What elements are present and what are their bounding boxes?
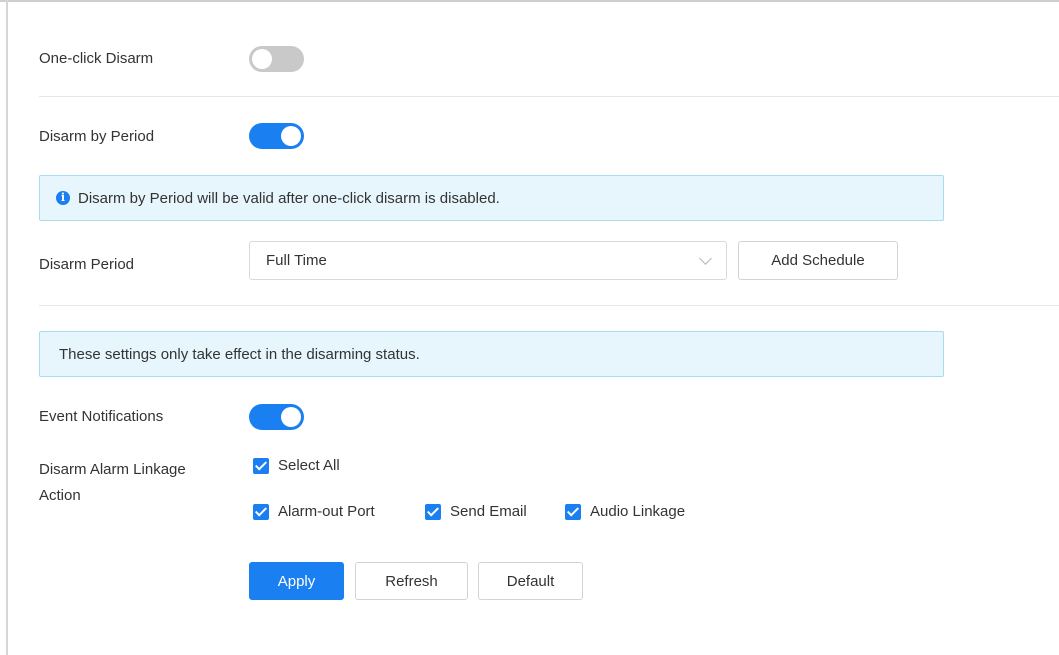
- label-line: Disarm Alarm Linkage: [39, 461, 186, 478]
- checkbox-label: Send Email: [450, 503, 527, 520]
- checkbox-label: Audio Linkage: [590, 503, 686, 520]
- toggle-knob: [252, 49, 272, 69]
- event-notifications-label: Event Notifications: [39, 408, 164, 425]
- checkbox-checked-icon: [425, 503, 441, 520]
- checkbox-checked-icon: [253, 503, 269, 520]
- disarm-period-value: Full Time: [266, 252, 327, 269]
- disarm-by-period-label: Disarm by Period: [39, 128, 155, 145]
- disarm-alarm-linkage-label: Disarm Alarm Linkage Action: [39, 457, 186, 509]
- apply-button[interactable]: Apply: [249, 562, 344, 600]
- section-divider: [39, 305, 1059, 306]
- disarm-by-period-toggle[interactable]: [249, 123, 304, 149]
- info-icon: i: [56, 191, 70, 205]
- section-divider: [39, 96, 1059, 97]
- refresh-button[interactable]: Refresh: [355, 562, 468, 600]
- checkbox-label: Select All: [278, 457, 340, 474]
- disarm-period-label: Disarm Period: [39, 256, 135, 273]
- send-email-checkbox[interactable]: Send Email: [425, 503, 527, 520]
- default-button[interactable]: Default: [478, 562, 583, 600]
- label-line: Action: [39, 487, 81, 504]
- add-schedule-button[interactable]: Add Schedule: [738, 241, 898, 280]
- panel-top-border: [0, 0, 1059, 2]
- audio-linkage-checkbox[interactable]: Audio Linkage: [565, 503, 685, 520]
- one-click-disarm-label: One-click Disarm: [39, 50, 154, 67]
- checkbox-checked-icon: [253, 457, 269, 474]
- panel-left-border: [6, 0, 8, 655]
- notice-text: Disarm by Period will be valid after one…: [78, 189, 500, 207]
- chevron-down-icon: [699, 252, 712, 265]
- one-click-disarm-toggle[interactable]: [249, 46, 304, 72]
- checkbox-label: Alarm-out Port: [278, 503, 375, 520]
- event-notifications-toggle[interactable]: [249, 404, 304, 430]
- checkbox-checked-icon: [565, 503, 581, 520]
- notice-text: These settings only take effect in the d…: [59, 345, 420, 363]
- disarm-period-select[interactable]: Full Time: [249, 241, 727, 280]
- select-all-checkbox[interactable]: Select All: [253, 457, 340, 474]
- toggle-knob: [281, 407, 301, 427]
- alarm-out-port-checkbox[interactable]: Alarm-out Port: [253, 503, 375, 520]
- disarming-status-notice: These settings only take effect in the d…: [39, 331, 944, 377]
- toggle-knob: [281, 126, 301, 146]
- disarm-by-period-notice: i Disarm by Period will be valid after o…: [39, 175, 944, 221]
